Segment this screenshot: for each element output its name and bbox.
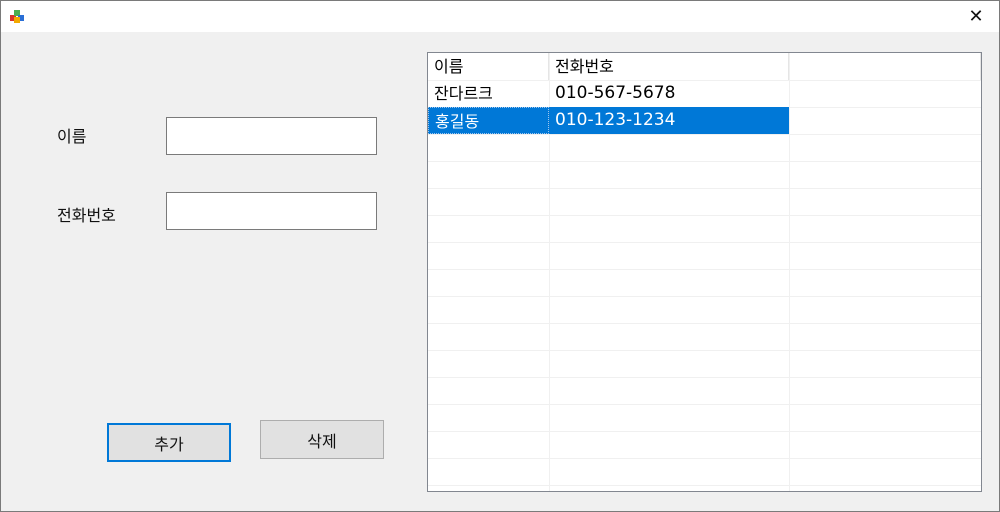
empty-row — [428, 458, 981, 486]
delete-button[interactable]: 삭제 — [260, 420, 384, 459]
phone-input[interactable] — [166, 192, 377, 230]
empty-row — [428, 134, 981, 162]
empty-row — [428, 161, 981, 189]
empty-row — [428, 323, 981, 351]
empty-row — [428, 350, 981, 378]
add-button[interactable]: 추가 — [107, 423, 231, 462]
title-bar[interactable]: ✕ — [1, 1, 999, 32]
list-item-name: 잔다르크 — [434, 84, 493, 103]
contact-list-view[interactable]: 이름 전화번호 잔다르크 010-567-5678 홍길동 010-123-12… — [427, 52, 982, 492]
empty-row — [428, 215, 981, 243]
empty-row — [428, 242, 981, 270]
empty-row — [428, 296, 981, 324]
main-window: ✕ 이름 전화번호 추가 삭제 이름 전화번호 잔다르크 010-567-567… — [0, 0, 1000, 512]
column-header-empty — [789, 53, 981, 80]
list-item-name: 홍길동 — [428, 107, 549, 134]
column-header-name[interactable]: 이름 — [428, 53, 549, 80]
phone-label: 전화번호 — [57, 206, 116, 225]
name-label: 이름 — [57, 127, 87, 146]
empty-row — [428, 377, 981, 405]
empty-row — [428, 404, 981, 432]
list-item-phone: 010-123-1234 — [549, 107, 789, 134]
empty-row — [428, 269, 981, 297]
empty-row — [428, 188, 981, 216]
list-item-selected[interactable]: 홍길동 010-123-1234 — [428, 107, 981, 135]
close-button[interactable]: ✕ — [953, 1, 999, 32]
empty-row — [428, 431, 981, 459]
app-icon — [10, 10, 24, 23]
column-header-phone[interactable]: 전화번호 — [549, 53, 789, 80]
list-header: 이름 전화번호 — [428, 53, 981, 81]
name-input[interactable] — [166, 117, 377, 155]
list-item-phone: 010-567-5678 — [555, 83, 676, 103]
close-icon: ✕ — [968, 6, 984, 27]
list-item[interactable]: 잔다르크 010-567-5678 — [428, 80, 981, 108]
